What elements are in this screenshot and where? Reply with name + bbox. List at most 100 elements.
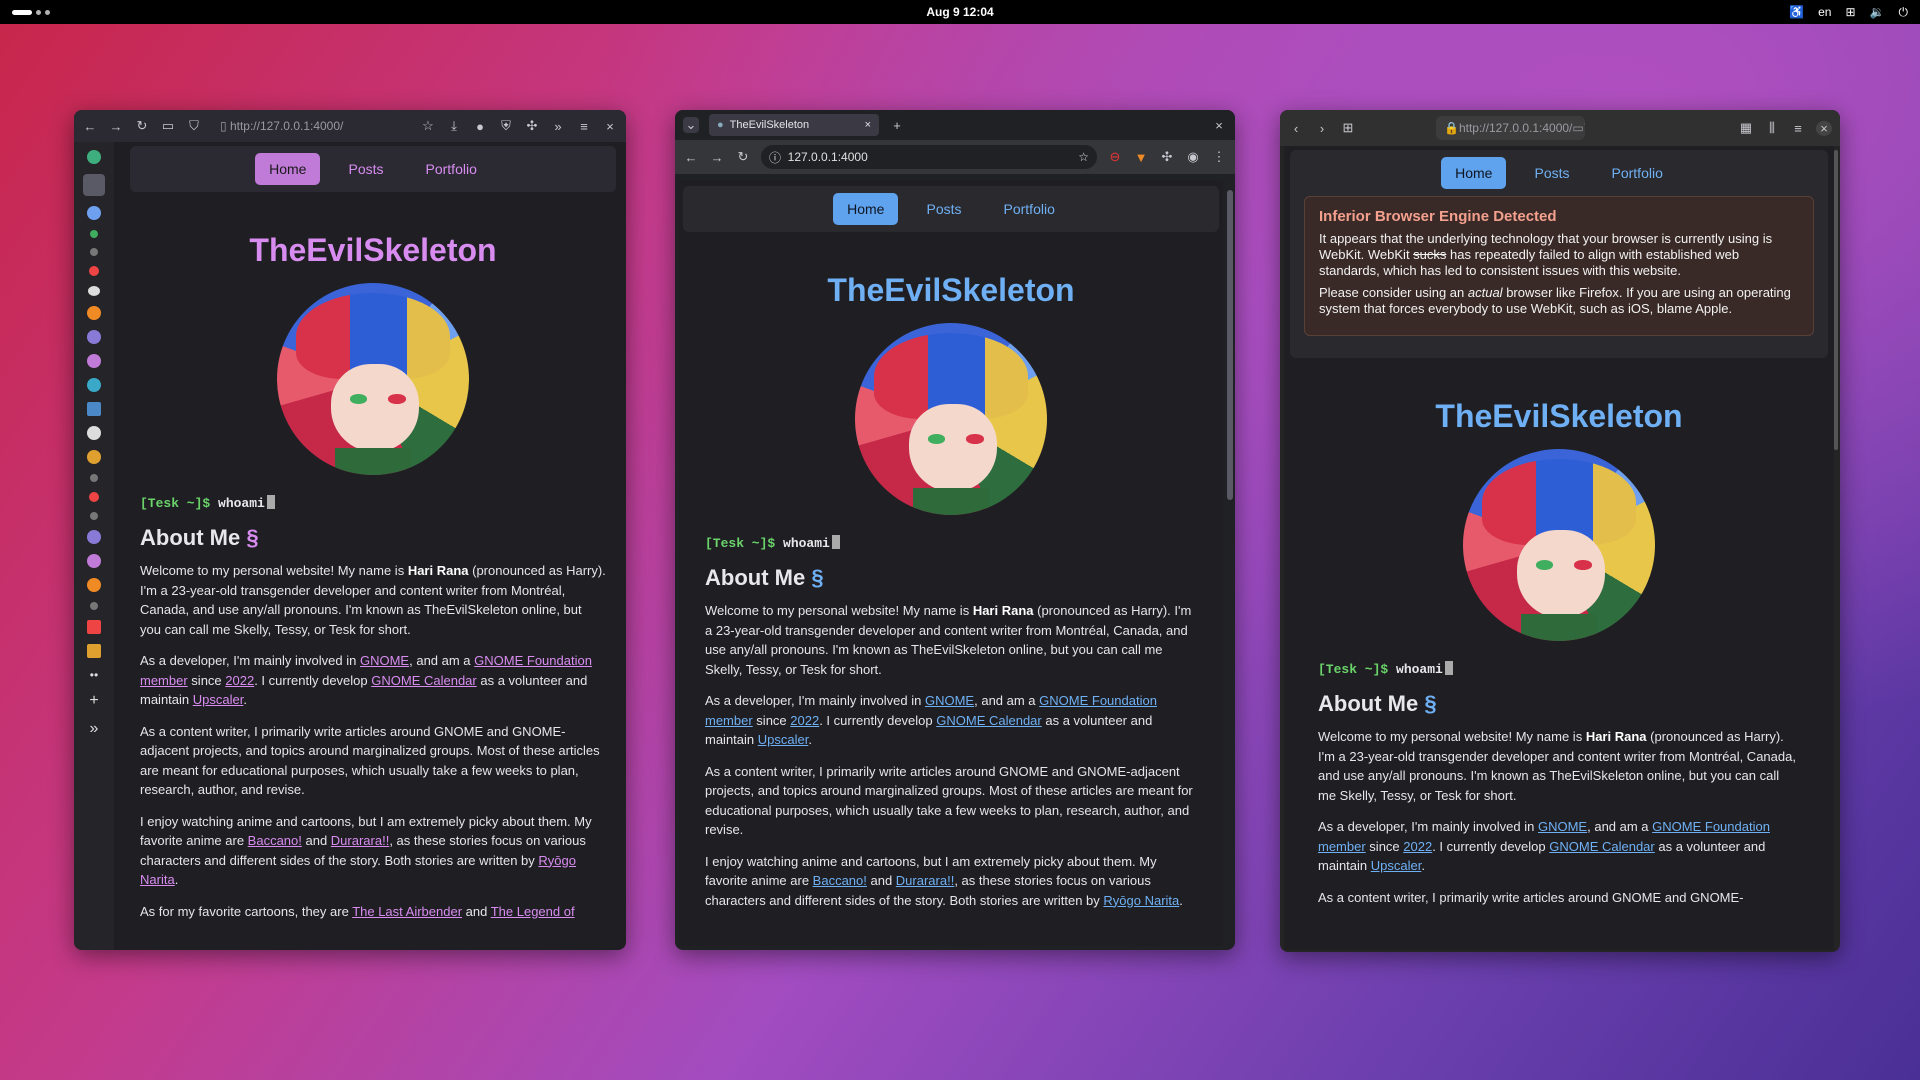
site-info-icon[interactable]: ⓘ — [769, 149, 788, 166]
sidebar-item[interactable] — [90, 474, 98, 482]
sidebar-toggle-icon[interactable]: ▭ — [160, 118, 176, 134]
back-icon[interactable]: ← — [683, 150, 699, 165]
ublock-icon[interactable]: ⊖ — [1107, 149, 1123, 165]
profile-icon[interactable]: ◉ — [1185, 149, 1201, 165]
sidebar-item[interactable] — [90, 230, 98, 238]
sidebar-item[interactable] — [87, 644, 101, 658]
sidebar-item[interactable] — [87, 354, 101, 368]
sidebar-item[interactable] — [87, 206, 101, 220]
menu-icon[interactable]: ≡ — [576, 119, 592, 134]
github-icon[interactable] — [87, 426, 101, 440]
reload-icon[interactable]: ↻ — [735, 149, 751, 165]
forward-icon[interactable]: › — [1314, 121, 1330, 136]
expand-sidebar-icon[interactable]: » — [90, 720, 99, 738]
upscaler-link[interactable]: Upscaler — [758, 732, 809, 747]
nav-posts-link[interactable]: Posts — [1520, 157, 1583, 189]
forward-icon[interactable]: → — [108, 119, 124, 134]
nav-posts-link[interactable]: Posts — [912, 193, 975, 225]
system-tray[interactable]: ♿ en ⊞ 🔉 ⏻ — [1789, 5, 1908, 20]
menu-icon[interactable]: ⋮ — [1211, 149, 1227, 165]
year-link[interactable]: 2022 — [1403, 839, 1432, 854]
sidebar-item[interactable] — [89, 266, 99, 276]
sidebar-item[interactable] — [87, 330, 101, 344]
sidebar-item[interactable] — [87, 402, 101, 416]
section-anchor-link[interactable]: § — [811, 565, 823, 590]
tab-active[interactable]: ● TheEvilSkeleton × — [709, 114, 879, 136]
gnome-link[interactable]: GNOME — [925, 693, 974, 708]
sidebar-item[interactable] — [87, 150, 101, 164]
durarara-link[interactable]: Durarara!! — [331, 833, 390, 848]
sidebar-item[interactable] — [90, 512, 98, 520]
bitwarden-icon[interactable]: ⛨ — [498, 118, 514, 134]
network-icon[interactable]: ⊞ — [1845, 5, 1855, 19]
section-anchor-link[interactable]: § — [246, 525, 258, 550]
gnome-link[interactable]: GNOME — [360, 653, 409, 668]
upscaler-link[interactable]: Upscaler — [193, 692, 244, 707]
tla-link[interactable]: The Last Airbender — [352, 904, 462, 919]
reader-mode-icon[interactable]: ▭ — [1572, 121, 1583, 135]
url-bar[interactable]: ▯ http://127.0.0.1:4000/ — [212, 114, 410, 138]
calendar-link[interactable]: GNOME Calendar — [371, 673, 476, 688]
scrollbar[interactable] — [1227, 180, 1233, 940]
clock[interactable]: Aug 9 12:04 — [926, 5, 993, 19]
upscaler-link[interactable]: Upscaler — [1371, 858, 1422, 873]
more-dots-icon[interactable]: •• — [90, 668, 98, 682]
baccano-link[interactable]: Baccano! — [248, 833, 302, 848]
overflow-icon[interactable]: » — [550, 119, 566, 134]
calendar-link[interactable]: GNOME Calendar — [1549, 839, 1654, 854]
year-link[interactable]: 2022 — [225, 673, 254, 688]
close-icon[interactable]: × — [1211, 118, 1227, 133]
nav-portfolio-link[interactable]: Portfolio — [1598, 157, 1677, 189]
extensions-puzzle-icon[interactable]: ✣ — [524, 118, 540, 134]
new-tab-plus-icon[interactable]: + — [89, 692, 98, 710]
extension-icon[interactable]: ● — [472, 119, 488, 134]
scrollbar[interactable] — [1834, 150, 1838, 450]
reload-icon[interactable]: ↻ — [1584, 121, 1585, 135]
activities-indicator[interactable] — [12, 9, 50, 15]
library-icon[interactable]: ⫼ — [1764, 120, 1780, 136]
language-indicator[interactable]: en — [1818, 5, 1831, 19]
sidebar-item[interactable] — [88, 286, 100, 296]
baccano-link[interactable]: Baccano! — [813, 873, 867, 888]
extensions-puzzle-icon[interactable]: ✣ — [1159, 149, 1175, 165]
close-icon[interactable]: × — [602, 119, 618, 134]
author-link[interactable]: Ryōgo Narita — [1103, 893, 1179, 908]
back-icon[interactable]: ‹ — [1288, 121, 1304, 136]
sidebar-item[interactable] — [83, 174, 105, 196]
sidebar-item[interactable] — [87, 378, 101, 392]
sidebar-item[interactable] — [87, 578, 101, 592]
calendar-link[interactable]: GNOME Calendar — [936, 713, 1041, 728]
bookmark-star-icon[interactable]: ☆ — [1078, 150, 1089, 164]
accessibility-icon[interactable]: ♿ — [1789, 5, 1804, 19]
back-icon[interactable]: ← — [82, 119, 98, 134]
forward-icon[interactable]: → — [709, 150, 725, 165]
tab-close-icon[interactable]: × — [865, 119, 871, 131]
nav-home-button[interactable]: Home — [833, 193, 899, 225]
section-anchor-link[interactable]: § — [1424, 691, 1436, 716]
extension-icon[interactable]: ▼ — [1133, 150, 1149, 165]
sidebar-item[interactable] — [87, 620, 101, 634]
shield-icon[interactable]: ⛉ — [186, 118, 202, 134]
bookmark-star-icon[interactable]: ☆ — [420, 118, 436, 134]
menu-icon[interactable]: ≡ — [1790, 121, 1806, 136]
new-tab-icon[interactable]: + — [889, 118, 905, 133]
gnome-link[interactable]: GNOME — [1538, 819, 1587, 834]
tlo-link[interactable]: The Legend of — [491, 904, 575, 919]
close-icon[interactable]: × — [1816, 120, 1832, 136]
tab-search-icon[interactable]: ⌄ — [683, 117, 699, 133]
sidebar-item[interactable] — [89, 492, 99, 502]
nav-portfolio-link[interactable]: Portfolio — [412, 153, 491, 185]
sidebar-item[interactable] — [87, 306, 101, 320]
sidebar-item[interactable] — [90, 248, 98, 256]
sidebar-item[interactable] — [90, 602, 98, 610]
reload-icon[interactable]: ↻ — [134, 118, 150, 134]
nav-home-button[interactable]: Home — [255, 153, 321, 185]
nav-home-button[interactable]: Home — [1441, 157, 1507, 189]
power-icon[interactable]: ⏻ — [1899, 5, 1909, 20]
durarara-link[interactable]: Durarara!! — [896, 873, 955, 888]
sidebar-item[interactable] — [87, 554, 101, 568]
url-bar[interactable]: ⓘ 127.0.0.1:4000 ☆ — [761, 145, 1097, 169]
download-icon[interactable]: ⤓ — [446, 118, 462, 134]
sidebar-item[interactable] — [87, 530, 101, 544]
volume-icon[interactable]: 🔉 — [1870, 5, 1885, 19]
